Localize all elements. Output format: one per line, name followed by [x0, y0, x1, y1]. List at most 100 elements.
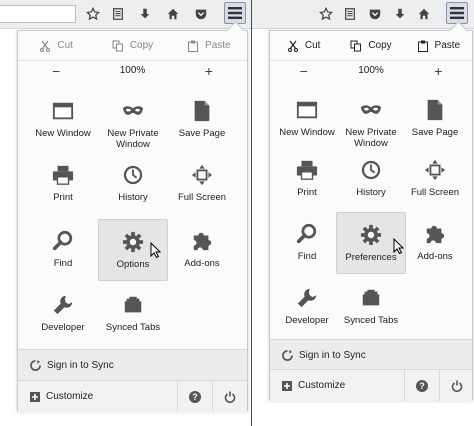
clipboard-icon — [187, 40, 199, 52]
print-button[interactable]: Print — [28, 153, 98, 215]
zoom-reset-button[interactable]: 100% — [94, 65, 170, 76]
copy-button[interactable]: Copy — [94, 31, 170, 60]
menu-panel: Cut Copy Paste − 100% + New Window New P… — [269, 21, 474, 401]
zoom-controls: − 100% + — [18, 60, 247, 81]
copy-button[interactable]: Copy — [337, 31, 404, 60]
customize-plus-icon — [30, 392, 40, 402]
new-private-window-button[interactable]: New Private Window — [98, 89, 168, 151]
reading-list-icon[interactable] — [340, 4, 360, 24]
help-icon — [416, 380, 428, 392]
item-label: Save Page — [411, 127, 459, 138]
zoom-in-button[interactable]: + — [405, 63, 472, 79]
full-screen-button[interactable]: Full Screen — [400, 148, 470, 210]
history-button[interactable]: History — [336, 148, 406, 210]
item-label: New Window — [279, 127, 335, 138]
sync-label: Sign in to Sync — [47, 359, 114, 371]
developer-button[interactable]: Developer — [28, 283, 98, 345]
menu-button[interactable] — [446, 2, 468, 24]
edit-controls: Cut Copy Paste — [18, 31, 247, 61]
gear-icon — [122, 230, 144, 254]
quit-button[interactable] — [212, 381, 247, 412]
fullscreen-icon — [424, 158, 446, 182]
clock-icon — [360, 158, 382, 182]
download-icon[interactable] — [390, 4, 410, 24]
zoom-out-button[interactable]: − — [18, 63, 94, 79]
new-window-button[interactable]: New Window — [28, 89, 98, 151]
find-button[interactable]: Find — [28, 219, 98, 281]
history-button[interactable]: History — [98, 153, 168, 215]
zoom-in-button[interactable]: + — [171, 63, 247, 79]
zoom-controls: − 100% + — [270, 60, 472, 81]
download-icon[interactable] — [135, 4, 155, 24]
developer-button[interactable]: Developer — [272, 276, 342, 338]
print-button[interactable]: Print — [272, 148, 342, 210]
paste-button[interactable]: Paste — [171, 31, 247, 60]
cut-label: Cut — [57, 40, 73, 51]
item-label: Find — [297, 251, 317, 262]
add-ons-button[interactable]: Add-ons — [400, 212, 470, 274]
gear-icon — [360, 223, 382, 247]
paste-label: Paste — [434, 40, 461, 51]
help-button[interactable] — [177, 381, 212, 412]
new-private-window-button[interactable]: New Private Window — [336, 88, 406, 150]
bookmark-star-icon[interactable] — [83, 4, 103, 24]
paste-button[interactable]: Paste — [405, 31, 472, 60]
customize-bar: Customize — [18, 380, 247, 412]
item-label: Developer — [285, 315, 329, 326]
customize-plus-icon — [282, 381, 292, 391]
item-label: Developer — [41, 322, 85, 333]
item-label: Full Screen — [177, 192, 227, 203]
copy-icon — [350, 40, 362, 52]
customize-button[interactable]: Customize — [18, 391, 93, 402]
item-label: Synced Tabs — [343, 315, 399, 326]
sign-in-to-sync-button[interactable]: Sign in to Sync — [270, 339, 472, 370]
item-label: History — [356, 187, 386, 198]
home-icon[interactable] — [163, 4, 183, 24]
printer-icon — [296, 158, 318, 182]
window-icon — [296, 98, 318, 122]
item-label: Print — [53, 192, 73, 203]
sync-icon — [30, 360, 41, 371]
power-icon — [451, 380, 463, 392]
mouse-cursor-icon — [393, 238, 404, 254]
item-label: Preferences — [345, 252, 397, 263]
item-label: Print — [297, 187, 317, 198]
wrench-icon — [296, 286, 318, 310]
customize-button[interactable]: Customize — [270, 380, 345, 391]
sign-in-to-sync-button[interactable]: Sign in to Sync — [18, 349, 247, 380]
clipboard-icon — [417, 40, 429, 52]
clock-icon — [122, 163, 144, 187]
page-icon — [424, 98, 446, 122]
synced-tabs-button[interactable]: Synced Tabs — [336, 276, 406, 338]
mask-icon — [122, 99, 144, 123]
menu-panel: Cut Copy Paste − 100% + New Window New P… — [17, 21, 248, 412]
full-screen-button[interactable]: Full Screen — [167, 153, 237, 215]
add-ons-button[interactable]: Add-ons — [167, 219, 237, 281]
mouse-cursor-icon — [150, 242, 161, 258]
pocket-icon[interactable] — [365, 4, 385, 24]
find-button[interactable]: Find — [272, 212, 342, 274]
copy-icon — [112, 40, 124, 52]
help-button[interactable] — [404, 370, 439, 401]
save-page-button[interactable]: Save Page — [400, 88, 470, 150]
puzzle-icon — [424, 222, 446, 246]
cut-button[interactable]: Cut — [18, 31, 94, 60]
reading-list-icon[interactable] — [108, 4, 128, 24]
page-icon — [191, 99, 213, 123]
zoom-reset-button[interactable]: 100% — [337, 65, 404, 76]
item-label: New Private Window — [107, 128, 159, 150]
mask-icon — [360, 98, 382, 122]
pocket-icon[interactable] — [191, 4, 211, 24]
magnifier-icon — [296, 222, 318, 246]
home-icon[interactable] — [414, 4, 434, 24]
new-window-button[interactable]: New Window — [272, 88, 342, 150]
url-bar[interactable] — [0, 5, 76, 23]
item-label: History — [118, 192, 148, 203]
cut-button[interactable]: Cut — [270, 31, 337, 60]
quit-button[interactable] — [439, 370, 474, 401]
synced-tabs-button[interactable]: Synced Tabs — [98, 283, 168, 345]
save-page-button[interactable]: Save Page — [167, 89, 237, 151]
zoom-out-button[interactable]: − — [270, 63, 337, 79]
synced-tabs-icon — [360, 286, 382, 310]
bookmark-star-icon[interactable] — [316, 4, 336, 24]
